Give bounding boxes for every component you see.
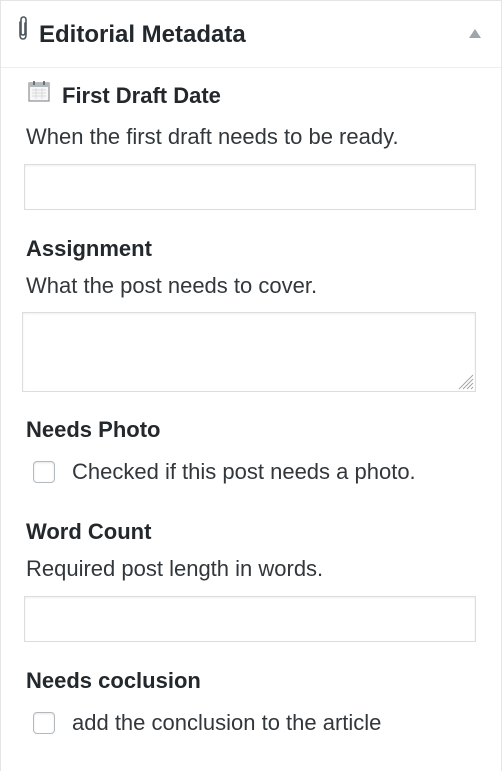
word-count-description: Required post length in words.: [26, 556, 324, 581]
needs-conclusion-label: Needs coclusion: [26, 668, 201, 693]
resize-grip-icon[interactable]: [456, 372, 474, 390]
editorial-metadata-panel: Editorial Metadata First Draft Date When…: [0, 0, 502, 771]
collapse-arrow-icon[interactable]: [469, 29, 481, 38]
first-draft-date-input[interactable]: [24, 164, 476, 210]
needs-conclusion-checkbox-label[interactable]: add the conclusion to the article: [72, 710, 381, 736]
needs-photo-label: Needs Photo: [26, 417, 161, 442]
paperclip-icon: [17, 15, 29, 41]
first-draft-date-description: When the first draft needs to be ready.: [26, 124, 399, 149]
calendar-icon: [27, 79, 51, 103]
panel-header[interactable]: Editorial Metadata: [1, 1, 501, 68]
needs-photo-checkbox-label[interactable]: Checked if this post needs a photo.: [72, 459, 416, 485]
needs-conclusion-checkbox[interactable]: [33, 712, 55, 734]
assignment-textarea[interactable]: [22, 312, 476, 392]
assignment-label: Assignment: [26, 236, 152, 261]
needs-photo-checkbox[interactable]: [33, 461, 55, 483]
first-draft-date-label: First Draft Date: [62, 83, 221, 108]
panel-title: Editorial Metadata: [39, 21, 246, 48]
assignment-description: What the post needs to cover.: [26, 273, 318, 298]
word-count-label: Word Count: [26, 519, 152, 544]
word-count-input[interactable]: [24, 596, 476, 642]
